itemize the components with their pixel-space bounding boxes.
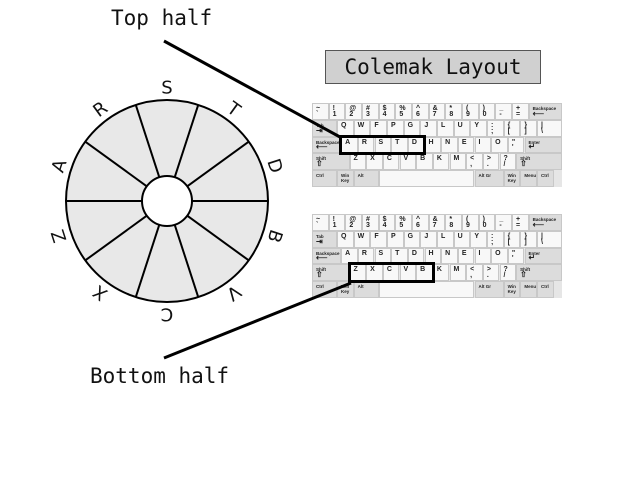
wheel-center-hub [141, 175, 193, 227]
wheel-letter-c: C [161, 304, 174, 325]
wheel-letter-s: S [161, 78, 172, 99]
letter-wheel: STDBVCXZAR [48, 78, 287, 325]
wheel-letter-b: B [263, 227, 287, 245]
wheel-letter-z: Z [48, 227, 72, 245]
wheel-letter-d: D [262, 156, 286, 176]
wheel-letter-a: A [48, 156, 72, 175]
diagram-overlay: STDBVCXZAR [48, 39, 352, 360]
